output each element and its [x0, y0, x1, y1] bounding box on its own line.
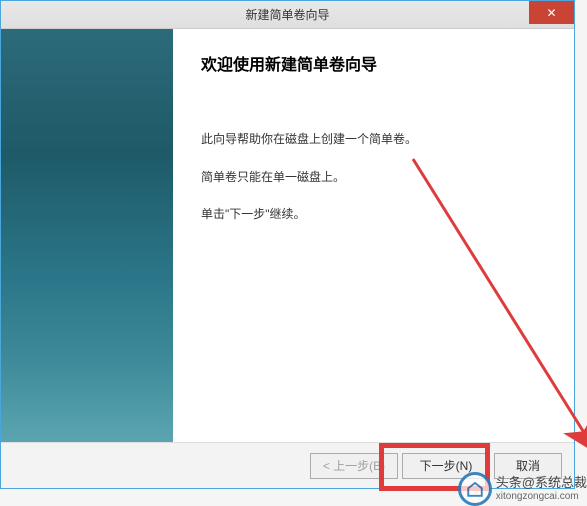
- side-panel-graphic: [1, 29, 173, 442]
- watermark-url: xitongzongcai.com: [496, 491, 587, 503]
- close-icon: ✕: [546, 6, 556, 20]
- watermark-brand: 头条@系统总裁: [496, 475, 587, 491]
- main-panel: 欢迎使用新建简单卷向导 此向导帮助你在磁盘上创建一个简单卷。 简单卷只能在单一磁…: [173, 29, 574, 442]
- content-area: 欢迎使用新建简单卷向导 此向导帮助你在磁盘上创建一个简单卷。 简单卷只能在单一磁…: [1, 29, 574, 442]
- titlebar: 新建简单卷向导 ✕: [1, 1, 574, 29]
- wizard-text-3: 单击"下一步"继续。: [201, 198, 544, 232]
- close-button[interactable]: ✕: [529, 1, 574, 24]
- watermark: 头条@系统总裁 xitongzongcai.com: [458, 472, 587, 506]
- back-button: < 上一步(B): [310, 453, 398, 479]
- wizard-text-2: 简单卷只能在单一磁盘上。: [201, 161, 544, 195]
- wizard-text-1: 此向导帮助你在磁盘上创建一个简单卷。: [201, 123, 544, 157]
- watermark-logo-icon: [458, 472, 492, 506]
- window-title: 新建简单卷向导: [245, 6, 329, 23]
- watermark-text: 头条@系统总裁 xitongzongcai.com: [496, 475, 587, 503]
- wizard-window: 新建简单卷向导 ✕ 欢迎使用新建简单卷向导 此向导帮助你在磁盘上创建一个简单卷。…: [0, 0, 575, 489]
- wizard-body: 此向导帮助你在磁盘上创建一个简单卷。 简单卷只能在单一磁盘上。 单击"下一步"继…: [201, 123, 544, 232]
- wizard-heading: 欢迎使用新建简单卷向导: [201, 51, 544, 75]
